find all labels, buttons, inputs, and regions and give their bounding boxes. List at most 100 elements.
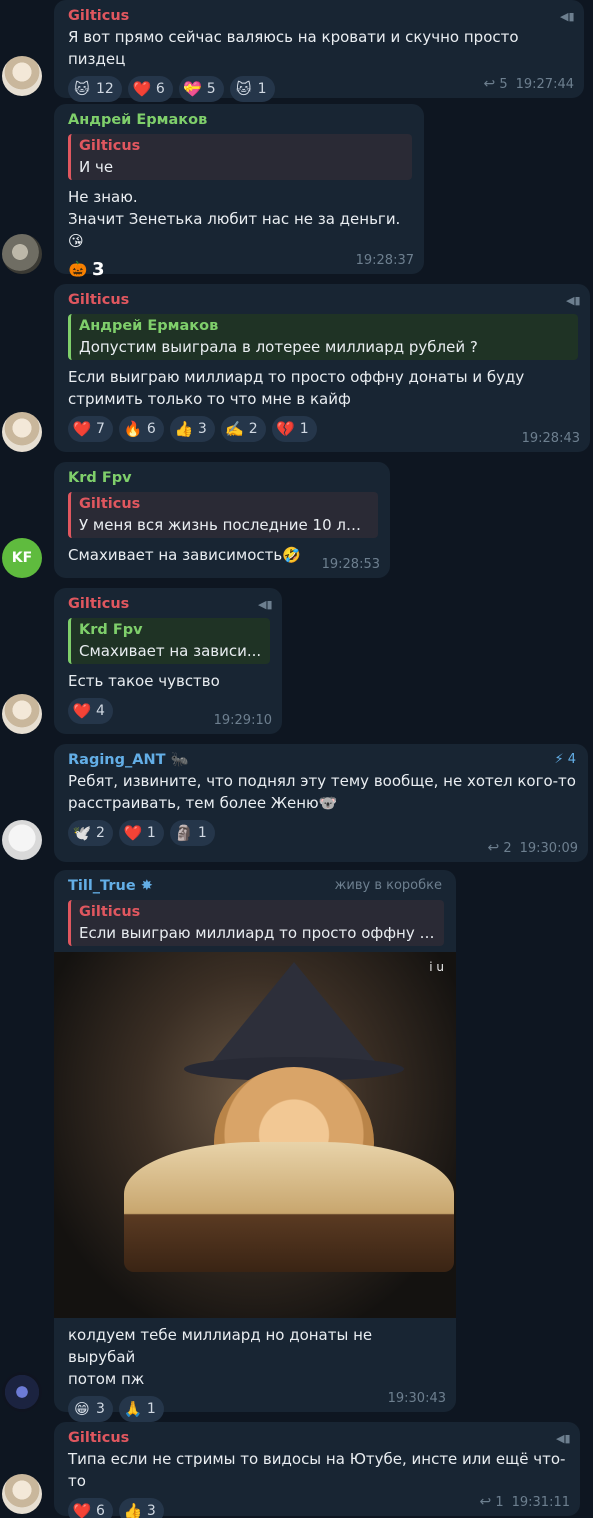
sender-name[interactable]: Krd Fpv: [68, 468, 378, 488]
message-meta: ↩ 2 19:30:09: [487, 840, 578, 856]
avatar[interactable]: [2, 412, 42, 452]
reply-count: 5: [499, 77, 508, 92]
message-text: Есть такое чувство: [68, 672, 220, 690]
replies[interactable]: ↩ 2: [487, 840, 511, 856]
reply-quote[interactable]: Krd Fpv Смахивает на зависи...: [68, 618, 270, 664]
reaction-count: 3: [197, 421, 207, 437]
reaction[interactable]: 🎃 3: [68, 256, 105, 282]
message-text: Типа если не стримы то видосы на Ютубе, …: [68, 1450, 566, 1490]
sender-name[interactable]: Gilticus: [68, 594, 270, 614]
avatar[interactable]: [2, 820, 42, 860]
message-meta: 19:28:53: [322, 557, 380, 572]
reply-sender: Gilticus: [79, 904, 141, 920]
reaction-emoji: ❤️: [132, 80, 152, 98]
reaction-count: 2: [248, 421, 258, 437]
timestamp: 19:31:11: [511, 1494, 570, 1510]
message-bubble[interactable]: Андрей Ермаков Gilticus И че Не знаю. Зн…: [54, 104, 424, 280]
reaction-emoji: 💔: [276, 420, 296, 438]
reaction[interactable]: ❤️ 1: [118, 820, 164, 846]
reaction-count: 1: [146, 825, 156, 841]
reaction-emoji: 😁: [74, 1400, 90, 1418]
sender-name[interactable]: Gilticus: [68, 1428, 568, 1448]
reply-sender: Gilticus: [79, 138, 141, 154]
reply-quote[interactable]: Андрей Ермаков Допустим выиграла в лотер…: [68, 314, 578, 360]
reaction[interactable]: 🐱 1: [229, 76, 275, 102]
message-bubble[interactable]: Krd Fpv Gilticus У меня вся жизнь послед…: [54, 462, 390, 578]
avatar[interactable]: [2, 1372, 42, 1412]
reply-arrow-icon: ↩: [479, 1494, 492, 1510]
sender-label: Till_True: [68, 878, 136, 894]
replies[interactable]: ↩ 5: [483, 76, 507, 92]
boost-badge[interactable]: ⚡ 4: [554, 752, 576, 767]
reply-count: 1: [495, 1495, 504, 1510]
reaction[interactable]: ❤️ 6: [127, 76, 173, 102]
sender-name[interactable]: Андрей Ермаков: [68, 110, 412, 130]
reply-quote[interactable]: Gilticus У меня вся жизнь последние 10 л…: [68, 492, 378, 538]
boost-count: 4: [567, 752, 576, 767]
message-meta: ↩ 1 19:31:11: [479, 1494, 570, 1510]
reaction[interactable]: 💝 5: [178, 76, 224, 102]
reaction-emoji: 🎃: [68, 260, 88, 278]
reaction[interactable]: 💔 1: [271, 416, 317, 442]
sender-badge-icon: 🐜: [170, 752, 189, 768]
replies[interactable]: ↩ 1: [479, 1494, 503, 1510]
reaction[interactable]: 👍 3: [169, 416, 215, 442]
reaction-count: 6: [155, 81, 165, 97]
message-meta: ↩ 5 19:27:44: [483, 76, 574, 92]
reaction-count: 7: [96, 421, 105, 437]
timestamp: 19:30:09: [519, 840, 578, 856]
message-text: Если выиграю миллиард то просто оффну до…: [68, 368, 525, 408]
avatar[interactable]: KF: [2, 538, 42, 578]
avatar[interactable]: [2, 694, 42, 734]
reaction[interactable]: 😁 3: [68, 1396, 113, 1422]
reaction-count: 1: [257, 81, 267, 97]
reaction[interactable]: 🗿 1: [169, 820, 215, 846]
reply-quote[interactable]: Gilticus Если выиграю миллиард то просто…: [68, 900, 444, 946]
reaction-count: 3: [146, 1503, 156, 1518]
message-bubble[interactable]: Gilticus ◀▮ Типа если не стримы то видос…: [54, 1422, 580, 1518]
reaction[interactable]: ❤️ 4: [68, 698, 113, 724]
reply-text: И че: [79, 158, 114, 176]
avatar[interactable]: [2, 234, 42, 274]
reaction-count: 5: [206, 81, 216, 97]
reaction[interactable]: 🔥 6: [118, 416, 164, 442]
message-bubble[interactable]: Gilticus ◀▮ Krd Fpv Смахивает на зависи.…: [54, 588, 282, 734]
reaction-emoji: ❤️: [72, 420, 92, 438]
message-bubble[interactable]: Gilticus ◀▮ Андрей Ермаков Допустим выиг…: [54, 284, 590, 452]
reaction[interactable]: ❤️ 6: [68, 1498, 113, 1518]
reply-text: У меня вся жизнь последние 10 лет...: [79, 516, 370, 534]
avatar[interactable]: [2, 1474, 42, 1514]
reaction-emoji: 🔥: [123, 420, 143, 438]
reaction[interactable]: 🙏 1: [118, 1396, 164, 1422]
reaction[interactable]: 👍 3: [118, 1498, 164, 1518]
reply-arrow-icon: ↩: [487, 840, 500, 856]
reaction-emoji: 🐱: [235, 80, 252, 98]
reaction[interactable]: 🕊️ 2: [68, 820, 113, 846]
megaphone-icon: ◀▮: [566, 294, 581, 307]
message-bubble[interactable]: Raging_ANT 🐜 ⚡ 4 Ребят, извините, что по…: [54, 744, 588, 862]
photo-wizard-cat[interactable]: i u: [54, 952, 456, 1318]
megaphone-icon: ◀▮: [258, 598, 273, 611]
reaction-emoji: ❤️: [123, 824, 143, 842]
reaction-count: 4: [96, 703, 105, 719]
message-bubble[interactable]: Gilticus ◀▮ Я вот прямо сейчас валяюсь н…: [54, 0, 584, 102]
reply-text: Смахивает на зависи...: [79, 642, 262, 660]
avatar[interactable]: [2, 56, 42, 96]
timestamp: 19:28:53: [321, 557, 380, 572]
timestamp: 19:30:43: [387, 1391, 446, 1406]
sender-name[interactable]: Raging_ANT 🐜: [68, 750, 576, 770]
reaction[interactable]: ✍️ 2: [220, 416, 266, 442]
sender-label: Raging_ANT: [68, 752, 166, 768]
timestamp: 19:27:44: [515, 76, 574, 92]
avatar-initials: KF: [11, 550, 33, 566]
reply-quote[interactable]: Gilticus И че: [68, 134, 412, 180]
user-status: живу в коробке: [334, 878, 442, 893]
timestamp: 19:28:43: [521, 431, 580, 446]
reply-sender: Krd Fpv: [79, 622, 143, 638]
sender-name[interactable]: Gilticus: [68, 6, 572, 26]
reaction[interactable]: ❤️ 7: [68, 416, 113, 442]
reaction[interactable]: 🐱 12: [68, 76, 122, 102]
sender-name[interactable]: Gilticus: [68, 290, 578, 310]
message-bubble[interactable]: Till_True ✸ живу в коробке Gilticus Если…: [54, 870, 456, 1422]
message-meta: 19:28:43: [522, 431, 580, 446]
